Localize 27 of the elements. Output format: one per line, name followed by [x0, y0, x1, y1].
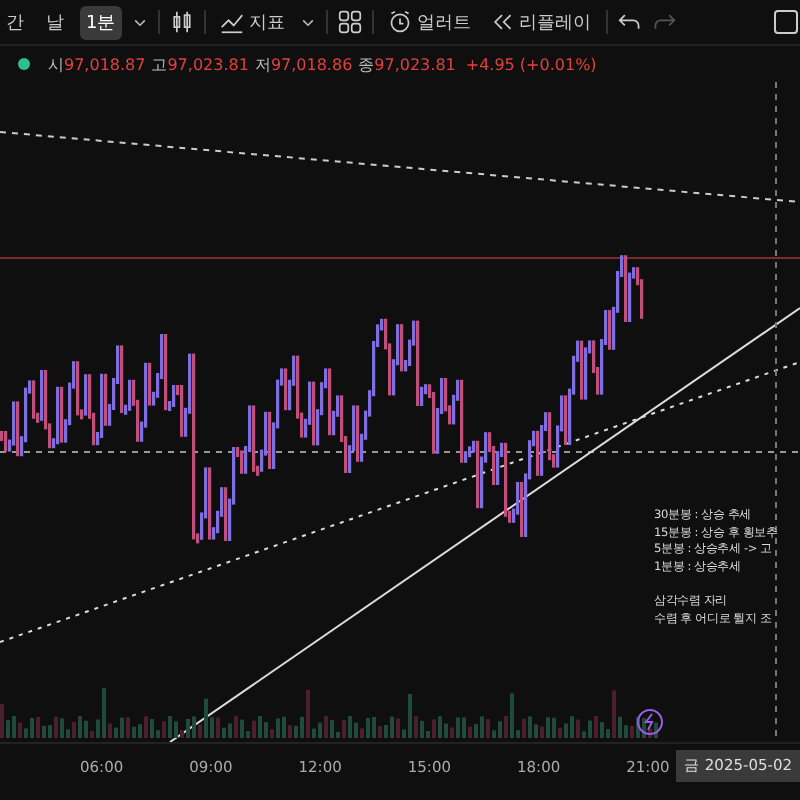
- ohlc-value: 97,023.81: [167, 55, 249, 73]
- lightning-icon[interactable]: [637, 709, 663, 735]
- price-change: +4.95 (+0.01%): [465, 55, 597, 73]
- ohlc-label: 고: [151, 53, 168, 75]
- rewind-icon: [489, 10, 514, 34]
- alarm-clock-icon: [387, 10, 412, 34]
- ohlc-value: 97,018.87: [64, 55, 146, 73]
- ohlc-value: 97,018.86: [270, 55, 353, 73]
- timeframe-button[interactable]: 날: [40, 5, 70, 39]
- ohlc-value: 97,023.81: [374, 55, 456, 73]
- layout-icon[interactable]: [774, 10, 798, 34]
- replay-button[interactable]: 리플레이: [485, 9, 596, 35]
- candlestick-icon[interactable]: [169, 10, 194, 34]
- caret-icon[interactable]: [131, 14, 148, 30]
- ohlc-label: 시: [48, 53, 64, 75]
- timeframe-button[interactable]: 1분: [80, 5, 122, 39]
- indicators-button[interactable]: 지표: [215, 9, 290, 35]
- status-dot: [18, 58, 30, 70]
- redo-icon[interactable]: [651, 10, 676, 34]
- alert-button[interactable]: 얼러트: [383, 9, 476, 35]
- chart-line-icon: [219, 10, 244, 34]
- ohlc-label: 종: [358, 53, 375, 75]
- undo-icon[interactable]: [617, 10, 642, 34]
- ohlc-label: 저: [254, 53, 271, 75]
- caret-icon[interactable]: [299, 14, 316, 30]
- grid-icon[interactable]: [337, 10, 362, 34]
- timeframe-button[interactable]: 간: [0, 5, 30, 39]
